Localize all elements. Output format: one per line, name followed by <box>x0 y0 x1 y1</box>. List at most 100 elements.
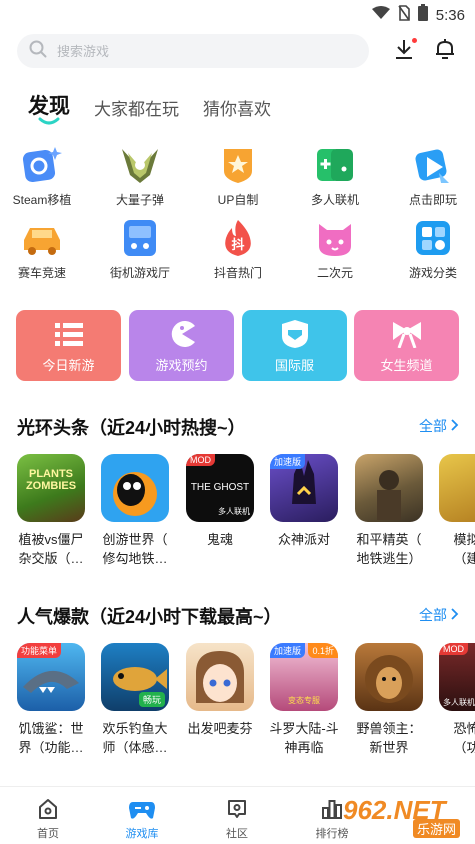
game-badge: 加速版 <box>270 454 306 469</box>
section-hot-see-all[interactable]: 全部 <box>419 416 459 436</box>
game-card[interactable]: 加速版 0.1折 变态专服 斗罗大陆-斗 神再临 <box>269 643 340 757</box>
tab-indicator <box>38 117 60 125</box>
game-thumbnail: MOD THE GHOST 多人联机 <box>186 454 254 522</box>
grid-item-arcade[interactable]: 街机游戏厅 <box>95 218 185 281</box>
feature-cards: 今日新游 游戏预约 国际服 女生频道 <box>16 310 459 381</box>
status-bar: 5:36 <box>0 0 475 28</box>
thumb-sub: 多人联机 <box>443 698 475 707</box>
section-popular-title: 人气爆款（近24小时下载最高~） <box>17 607 282 627</box>
card-girls-channel[interactable]: 女生频道 <box>354 310 459 381</box>
game-thumbnail <box>355 643 423 711</box>
game-card[interactable]: 功能菜单 饥饿鲨：世 界（功能… <box>17 643 87 757</box>
bell-icon <box>434 38 456 65</box>
card-label: 女生频道 <box>380 357 433 373</box>
game-name: 斗罗大陆-斗 神再临 <box>269 721 339 755</box>
game-thumbnail: 加速版 0.1折 变态专服 <box>270 643 338 711</box>
grid-item-category[interactable]: 游戏分类 <box>388 218 475 281</box>
tab-discover-label: 发现 <box>28 95 70 118</box>
grid-item-label: 多人联机 <box>310 193 359 207</box>
game-thumbnail: 畅玩 <box>101 643 169 711</box>
grid-item-label: UP自制 <box>217 193 259 207</box>
grid-item-multiplayer[interactable]: 多人联机 <box>290 145 380 208</box>
game-card[interactable]: 加速版 众神派对 <box>270 454 340 549</box>
notification-dot <box>412 38 417 43</box>
anime-icon <box>315 218 355 258</box>
grid-item-label: 点击即玩 <box>408 193 457 207</box>
nav-home[interactable]: 首页 <box>8 797 88 841</box>
game-name: 出发吧麦芬 <box>187 721 253 736</box>
game-name: 欢乐钓鱼大 师（体感… <box>102 721 168 755</box>
search-input[interactable] <box>57 43 337 59</box>
game-badge: 畅玩 <box>138 692 165 707</box>
grid-item-label: 赛车竞速 <box>17 266 66 280</box>
grid-item-up[interactable]: UP自制 <box>193 145 283 208</box>
tab-everyone-playing[interactable]: 大家都在玩 <box>94 95 179 120</box>
download-button[interactable] <box>389 36 419 66</box>
chevron-right-icon <box>451 607 459 623</box>
grid-item-douyin[interactable]: 抖 抖音热门 <box>193 218 283 281</box>
thumb-title: PLANTS ZOMBIES <box>25 468 77 492</box>
nav-label: 游戏库 <box>125 828 159 840</box>
game-name: 和平精英（ 地铁逃生） <box>356 532 422 566</box>
tab-discover[interactable]: 发现 <box>28 90 70 125</box>
game-thumbnail <box>439 454 475 522</box>
search-bar[interactable] <box>17 34 369 68</box>
thumb-title: THE GHOST <box>190 482 250 493</box>
game-badge: 加速版 <box>270 643 306 658</box>
game-card[interactable]: 出发吧麦芬 <box>186 643 256 738</box>
section-hot-games: PLANTS ZOMBIES 植被vs僵尸 杂交版（… 创游世界（ 修勾地铁… MO… <box>0 454 475 594</box>
arcade-icon <box>120 218 160 258</box>
card-new-today[interactable]: 今日新游 <box>16 310 121 381</box>
game-card[interactable]: 野兽领主： 新世界 <box>355 643 425 757</box>
grid-item-steam[interactable]: Steam移植 <box>0 145 87 208</box>
game-card[interactable]: MOD THE GHOST 多人联机 鬼魂 <box>186 454 256 549</box>
game-thumbnail: PLANTS ZOMBIES <box>17 454 85 522</box>
game-name: 野兽领主： 新世界 <box>356 721 422 755</box>
pacman-icon <box>162 318 202 350</box>
game-badge: MOD <box>186 454 215 466</box>
watermark-logo: 962.NET 乐游网 <box>343 795 473 841</box>
game-thumbnail <box>355 454 423 522</box>
see-all-label: 全部 <box>419 418 447 434</box>
game-badge: 功能菜单 <box>17 643 62 658</box>
game-name: 众神派对 <box>277 532 330 547</box>
grid-item-racing[interactable]: 赛车竞速 <box>0 218 87 281</box>
game-card[interactable]: 和平精英（ 地铁逃生） <box>355 454 425 568</box>
section-popular-see-all[interactable]: 全部 <box>419 605 459 625</box>
game-card[interactable]: 创游世界（ 修勾地铁… <box>101 454 171 568</box>
community-icon <box>197 797 277 821</box>
grid-row: Steam移植 大量子弹 UP自制 多人联机 点击即玩 <box>0 145 475 215</box>
wifi-icon <box>371 5 390 25</box>
game-card[interactable]: MOD 多人联机 恐怖奶（功能 <box>439 643 475 757</box>
grid-item-anime[interactable]: 二次元 <box>290 218 380 281</box>
section-popular-games: 功能菜单 饥饿鲨：世 界（功能… 畅玩 欢乐钓鱼大 师（体感… 出发吧麦芬 加速版 … <box>0 643 475 783</box>
game-name: 植被vs僵尸 杂交版（… <box>18 532 84 566</box>
game-card[interactable]: 畅玩 欢乐钓鱼大 师（体感… <box>101 643 171 757</box>
game-card[interactable]: 模拟建（建筑 <box>439 454 475 568</box>
card-reservation[interactable]: 游戏预约 <box>129 310 234 381</box>
list-icon <box>49 318 89 350</box>
bullets-icon <box>120 145 160 185</box>
chevron-right-icon <box>451 418 459 434</box>
category-icon <box>413 218 453 258</box>
grid-item-label: 游戏分类 <box>408 266 457 280</box>
grid-item-bullets[interactable]: 大量子弹 <box>95 145 185 208</box>
card-international[interactable]: 国际服 <box>242 310 347 381</box>
notification-button[interactable] <box>430 36 460 66</box>
grid-item-click-play[interactable]: 点击即玩 <box>388 145 475 208</box>
helmet-icon <box>275 318 315 350</box>
nav-label: 社区 <box>226 828 248 840</box>
top-tabs: 发现 大家都在玩 猜你喜欢 <box>28 84 271 125</box>
nav-game-library[interactable]: 游戏库 <box>102 797 182 841</box>
steam-port-icon <box>22 145 62 185</box>
game-library-icon <box>102 797 182 821</box>
click-play-icon <box>413 145 453 185</box>
up-made-icon <box>218 145 258 185</box>
bow-icon <box>387 318 427 350</box>
tab-guess-you-like[interactable]: 猜你喜欢 <box>203 95 271 120</box>
card-label: 今日新游 <box>42 357 95 373</box>
game-card[interactable]: PLANTS ZOMBIES 植被vs僵尸 杂交版（… <box>17 454 87 568</box>
douyin-hot-icon: 抖 <box>218 218 258 258</box>
nav-community[interactable]: 社区 <box>197 797 277 841</box>
game-name: 模拟建（建筑 <box>453 532 475 566</box>
